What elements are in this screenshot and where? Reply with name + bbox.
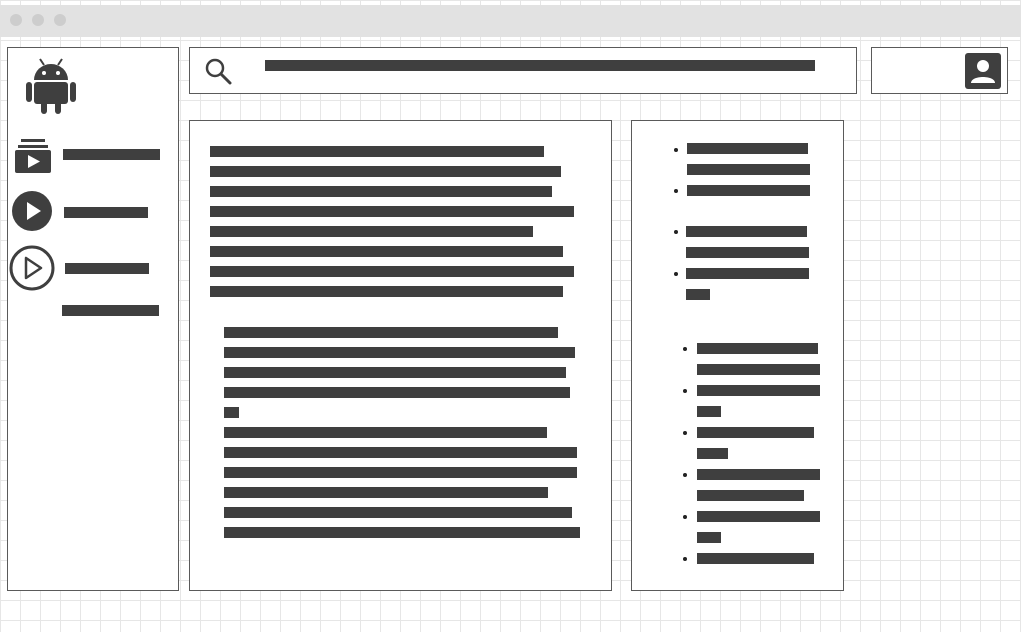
text-line bbox=[210, 206, 574, 217]
play-circle-filled-icon bbox=[12, 191, 52, 231]
sidebar-item-label[interactable] bbox=[62, 305, 159, 316]
text-line bbox=[224, 507, 572, 518]
list-item-line bbox=[697, 448, 728, 459]
list-item-line bbox=[686, 247, 809, 258]
list-item-line bbox=[697, 427, 814, 438]
list-item-line bbox=[686, 268, 809, 279]
text-line bbox=[224, 447, 577, 458]
bullet-icon bbox=[683, 473, 687, 477]
bullet-icon bbox=[683, 347, 687, 351]
list-item-line bbox=[686, 226, 807, 237]
text-line bbox=[210, 246, 563, 257]
list-item-line bbox=[697, 553, 814, 564]
text-line bbox=[210, 186, 552, 197]
list-item-line bbox=[697, 385, 820, 396]
list-item-line bbox=[697, 511, 820, 522]
list-item-line bbox=[697, 406, 721, 417]
bullet-icon bbox=[683, 389, 687, 393]
list-item-line bbox=[697, 490, 804, 501]
bullet-icon bbox=[683, 431, 687, 435]
subscriptions-icon bbox=[15, 139, 51, 173]
bullet-icon bbox=[674, 148, 678, 152]
text-line bbox=[210, 166, 561, 177]
text-line bbox=[224, 387, 570, 398]
text-line bbox=[210, 226, 533, 237]
list-item-line bbox=[697, 469, 820, 480]
bullet-icon bbox=[674, 272, 678, 276]
account-panel bbox=[871, 47, 1008, 94]
list-item-line bbox=[687, 185, 810, 196]
window-titlebar bbox=[0, 5, 1021, 37]
text-line bbox=[210, 286, 563, 297]
list-panel bbox=[631, 120, 844, 591]
text-line bbox=[224, 327, 558, 338]
bullet-icon bbox=[674, 189, 678, 193]
text-line bbox=[224, 527, 580, 538]
text-line bbox=[210, 146, 544, 157]
bullet-icon bbox=[683, 515, 687, 519]
android-icon bbox=[26, 58, 76, 114]
window-minimize-button[interactable] bbox=[32, 14, 44, 26]
text-line bbox=[224, 367, 566, 378]
sidebar-item-label bbox=[63, 149, 160, 160]
search-icon[interactable] bbox=[204, 57, 232, 85]
text-line bbox=[224, 467, 577, 478]
list-item-line bbox=[687, 143, 808, 154]
list-item-line bbox=[697, 343, 818, 354]
play-circle-outline-icon bbox=[9, 245, 55, 291]
text-line bbox=[224, 347, 575, 358]
sidebar-item-label bbox=[64, 207, 148, 218]
list-item-line bbox=[687, 164, 810, 175]
bullet-icon bbox=[683, 557, 687, 561]
bullet-icon bbox=[674, 230, 678, 234]
list-item-line bbox=[697, 364, 820, 375]
window-close-button[interactable] bbox=[10, 14, 22, 26]
text-line bbox=[224, 427, 547, 438]
window-maximize-button[interactable] bbox=[54, 14, 66, 26]
sidebar-item-label bbox=[65, 263, 149, 274]
list-item-line bbox=[697, 532, 721, 543]
account-box-icon[interactable] bbox=[965, 53, 1001, 89]
text-line bbox=[210, 266, 574, 277]
search-input[interactable] bbox=[265, 60, 815, 71]
sidebar bbox=[7, 47, 179, 591]
search-bar[interactable] bbox=[189, 47, 857, 94]
text-line bbox=[224, 407, 239, 418]
main-content bbox=[189, 120, 612, 591]
text-line bbox=[224, 487, 548, 498]
list-item-line bbox=[686, 289, 710, 300]
